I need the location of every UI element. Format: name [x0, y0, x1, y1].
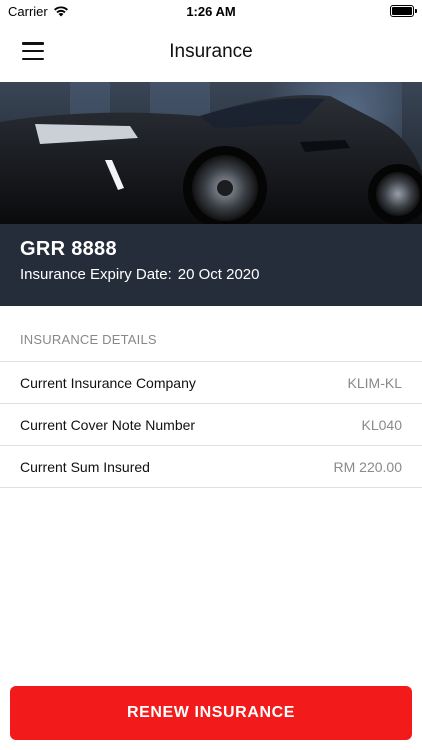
row-label: Current Sum Insured: [20, 458, 150, 475]
navigation-bar: Insurance: [0, 22, 422, 82]
expiry-label: Insurance Expiry Date:: [20, 266, 172, 283]
list-item: Current Sum Insured RM 220.00: [0, 446, 422, 488]
expiry-date: 20 Oct 2020: [177, 266, 260, 283]
status-bar: Carrier 1:26 AM: [0, 0, 422, 22]
row-value: KL040: [361, 416, 402, 433]
list-item: Current Insurance Company KLIM-KL: [0, 362, 422, 404]
page-title: Insurance: [169, 41, 253, 62]
insurance-details-list: Current Insurance Company KLIM-KL Curren…: [0, 362, 422, 488]
renew-insurance-button[interactable]: RENEW INSURANCE: [10, 686, 412, 740]
vehicle-summary-panel: GRR 8888 Insurance Expiry Date: 20 Oct 2…: [0, 224, 422, 306]
hamburger-menu-icon[interactable]: [22, 42, 44, 60]
expiry-line: Insurance Expiry Date: 20 Oct 2020: [20, 266, 402, 283]
plate-number: GRR 8888: [20, 238, 117, 260]
battery-icon: [390, 5, 417, 17]
row-label: Current Cover Note Number: [20, 416, 196, 433]
status-time: 1:26 AM: [186, 4, 236, 19]
insurance-details-header: INSURANCE DETAILS: [0, 306, 422, 362]
list-item: Current Cover Note Number KL040: [0, 404, 422, 446]
row-label: Current Insurance Company: [20, 374, 196, 391]
row-value: RM 220.00: [333, 458, 402, 475]
car-hero-image: [0, 82, 422, 224]
row-value: KLIM-KL: [347, 374, 402, 391]
